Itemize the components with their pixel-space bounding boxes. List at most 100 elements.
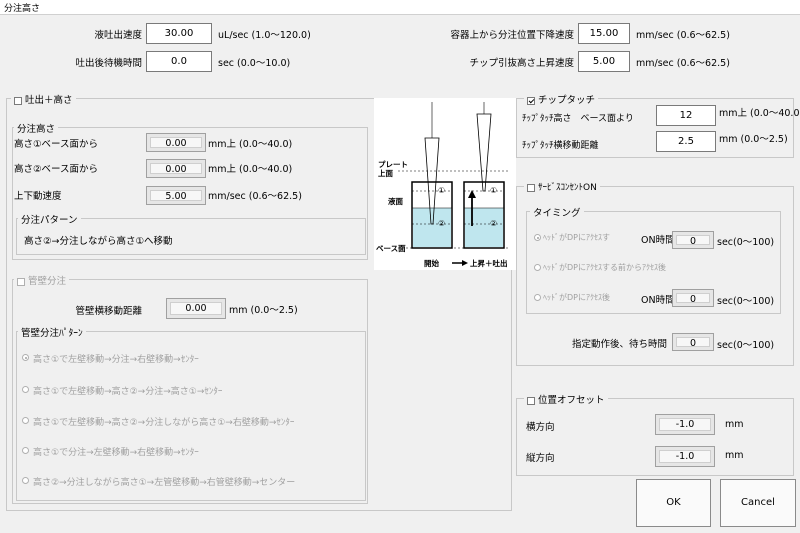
timing-option-2[interactable]: ﾍｯﾄﾞがDPにｱｸｾｽする前からｱｸｾｽ後	[543, 262, 666, 273]
wall-distance-input[interactable]: 0.00	[166, 298, 226, 319]
wait-time-unit: sec(0〜100)	[717, 340, 775, 351]
height1-label: 高さ①ベース面から	[14, 139, 99, 150]
wall-pattern-radio-1[interactable]	[22, 354, 29, 361]
updown-speed-value: 5.00	[150, 190, 202, 202]
wall-pattern-option-3[interactable]: 高さ①で左壁移動→高さ②→分注しながら高さ①→右壁移動→ｾﾝﾀｰ	[33, 415, 294, 428]
tip-diagram: プレート 上面 液面 ベース面 開始 上昇＋吐出 ① ② ① ②	[374, 98, 516, 270]
wait-time-input[interactable]: 0	[672, 333, 714, 351]
on-time-label-2: ON時間	[641, 295, 675, 306]
diagram-mark1-right: ①	[490, 186, 498, 195]
discharge-speed-input[interactable]: 30.00	[146, 23, 212, 44]
service-outlet-title: ｻｰﾋﾞｽｺﾝｾﾝﾄON	[538, 183, 597, 193]
wall-pattern-radio-2[interactable]	[22, 386, 29, 393]
updown-speed-label: 上下動速度	[14, 191, 62, 202]
wall-pattern-radio-3[interactable]	[22, 417, 29, 424]
dispense-height-checkbox[interactable]	[14, 96, 22, 105]
right-liquid	[465, 208, 503, 247]
offset-horizontal-label: 横方向	[526, 422, 555, 433]
offset-horizontal-input[interactable]: -1.0	[655, 414, 715, 435]
timing-radio-3[interactable]	[534, 294, 541, 301]
tip-touch-distance-unit: mm (0.0〜2.5)	[719, 134, 788, 145]
offset-vertical-unit: mm	[725, 450, 744, 461]
height1-input[interactable]: 0.00	[146, 133, 206, 152]
height2-unit: mm上 (0.0〜40.0)	[208, 164, 293, 175]
wait-time-value: 0	[676, 337, 710, 349]
wait-time-label: 指定動作後、待ち時間	[571, 339, 667, 350]
tip-raise-speed-input[interactable]: 5.00	[578, 51, 630, 72]
height1-unit: mm上 (0.0〜40.0)	[208, 139, 293, 150]
tip-touch-height-input[interactable]: 12	[656, 105, 716, 126]
offset-vertical-input[interactable]: -1.0	[655, 446, 715, 467]
ok-button[interactable]: OK	[636, 479, 711, 527]
on-time-value-1: 0	[676, 235, 710, 247]
tip-touch-title-wrap: チップタッチ	[524, 92, 599, 106]
tip-raise-speed-label: チップ引抜高さ上昇速度	[469, 58, 574, 69]
offset-horizontal-unit: mm	[725, 419, 744, 430]
height2-label: 高さ②ベース面から	[14, 164, 99, 175]
post-wait-input[interactable]: 0.0	[146, 51, 212, 72]
wall-dispense-title: 管壁分注	[28, 276, 67, 287]
post-wait-label: 吐出後待機時間	[75, 58, 142, 69]
wall-pattern-radio-4[interactable]	[22, 447, 29, 454]
tip-touch-height-unit: mm上 (0.0〜40.0)	[719, 108, 800, 119]
height2-value: 0.00	[150, 163, 202, 175]
on-time-label-1: ON時間	[641, 235, 675, 246]
tip-touch-distance-input[interactable]: 2.5	[656, 131, 716, 152]
diagram-liquid-surface: 液面	[388, 197, 403, 206]
descent-speed-label: 容器上から分注位置下降速度	[450, 30, 574, 41]
on-time-value-2: 0	[676, 293, 710, 305]
wall-distance-unit: mm (0.0〜2.5)	[229, 305, 298, 316]
discharge-speed-range: uL/sec (1.0〜120.0)	[218, 30, 311, 41]
wall-dispense-checkbox[interactable]	[17, 277, 25, 286]
on-time-unit-2: sec(0〜100)	[717, 296, 775, 307]
tip-touch-height-label: ﾁｯﾌﾟﾀｯﾁ高さ ベース面より	[522, 114, 634, 124]
diagram-mark1-left: ①	[438, 186, 446, 195]
wall-pattern-option-1[interactable]: 高さ①で左壁移動→分注→右壁移動→ｾﾝﾀｰ	[33, 352, 199, 365]
on-time-unit-1: sec(0〜100)	[717, 237, 775, 248]
wall-pattern-option-5[interactable]: 高さ②→分注しながら高さ①→左管壁移動→右管壁移動→センター	[33, 475, 295, 488]
wall-pattern-option-4[interactable]: 高さ①で分注→左壁移動→右壁移動→ｾﾝﾀｰ	[33, 445, 199, 458]
updown-speed-unit: mm/sec (0.6〜62.5)	[208, 191, 302, 202]
position-offset-title: 位置オフセット	[538, 395, 605, 406]
diagram-mark2-right: ②	[490, 219, 498, 228]
offset-horizontal-value: -1.0	[659, 418, 711, 431]
offset-vertical-value: -1.0	[659, 450, 711, 463]
wall-pattern-title: 管壁分注ﾊﾟﾀｰﾝ	[18, 325, 86, 339]
on-time-input-1[interactable]: 0	[672, 231, 714, 249]
timing-option-1[interactable]: ﾍｯﾄﾞがDPにｱｸｾｽす	[543, 232, 610, 243]
tip-touch-distance-label: ﾁｯﾌﾟﾀｯﾁ横移動距離	[522, 141, 599, 151]
diagram-plate-top: プレート 上面	[378, 160, 408, 178]
updown-speed-input[interactable]: 5.00	[146, 186, 206, 205]
title-bar: 分注高さ	[0, 0, 800, 15]
offset-vertical-label: 縦方向	[526, 453, 555, 464]
wall-distance-value: 0.00	[170, 302, 222, 315]
tip-touch-checkbox[interactable]	[527, 96, 535, 105]
discharge-speed-label: 液吐出速度	[94, 30, 142, 41]
dispense-height-subgroup-title: 分注高さ	[14, 121, 59, 135]
on-time-input-2[interactable]: 0	[672, 289, 714, 307]
height2-input[interactable]: 0.00	[146, 159, 206, 178]
timing-title: タイミング	[530, 205, 584, 219]
diagram-start: 開始	[424, 259, 439, 268]
dispense-pattern-text: 高さ②→分注しながら高さ①へ移動	[24, 236, 173, 247]
timing-radio-2[interactable]	[534, 264, 541, 271]
post-wait-range: sec (0.0〜10.0)	[218, 58, 291, 69]
wall-pattern-radio-5[interactable]	[22, 477, 29, 484]
timing-option-3[interactable]: ﾍｯﾄﾞがDPにｱｸｾｽ後	[543, 292, 610, 303]
diagram-mark2-left: ②	[438, 219, 446, 228]
position-offset-title-wrap: 位置オフセット	[524, 392, 608, 406]
dispense-height-title: 吐出＋高さ	[25, 95, 73, 106]
service-outlet-checkbox[interactable]	[527, 183, 535, 192]
timing-radio-1[interactable]	[534, 234, 541, 241]
cancel-button[interactable]: Cancel	[720, 479, 796, 527]
wall-dispense-title-wrap: 管壁分注	[14, 273, 70, 287]
descent-speed-input[interactable]: 15.00	[578, 23, 630, 44]
descent-speed-range: mm/sec (0.6〜62.5)	[636, 30, 730, 41]
diagram-base-surface: ベース面	[376, 244, 406, 253]
service-outlet-title-wrap: ｻｰﾋﾞｽｺﾝｾﾝﾄON	[524, 180, 600, 193]
wall-pattern-option-2[interactable]: 高さ①で左壁移動→高さ②→分注→高さ①→ｾﾝﾀｰ	[33, 384, 222, 397]
dispense-pattern-title: 分注パターン	[18, 212, 81, 226]
position-offset-checkbox[interactable]	[527, 396, 535, 405]
left-liquid	[413, 208, 451, 247]
dispense-height-title-wrap: 吐出＋高さ	[11, 92, 76, 106]
